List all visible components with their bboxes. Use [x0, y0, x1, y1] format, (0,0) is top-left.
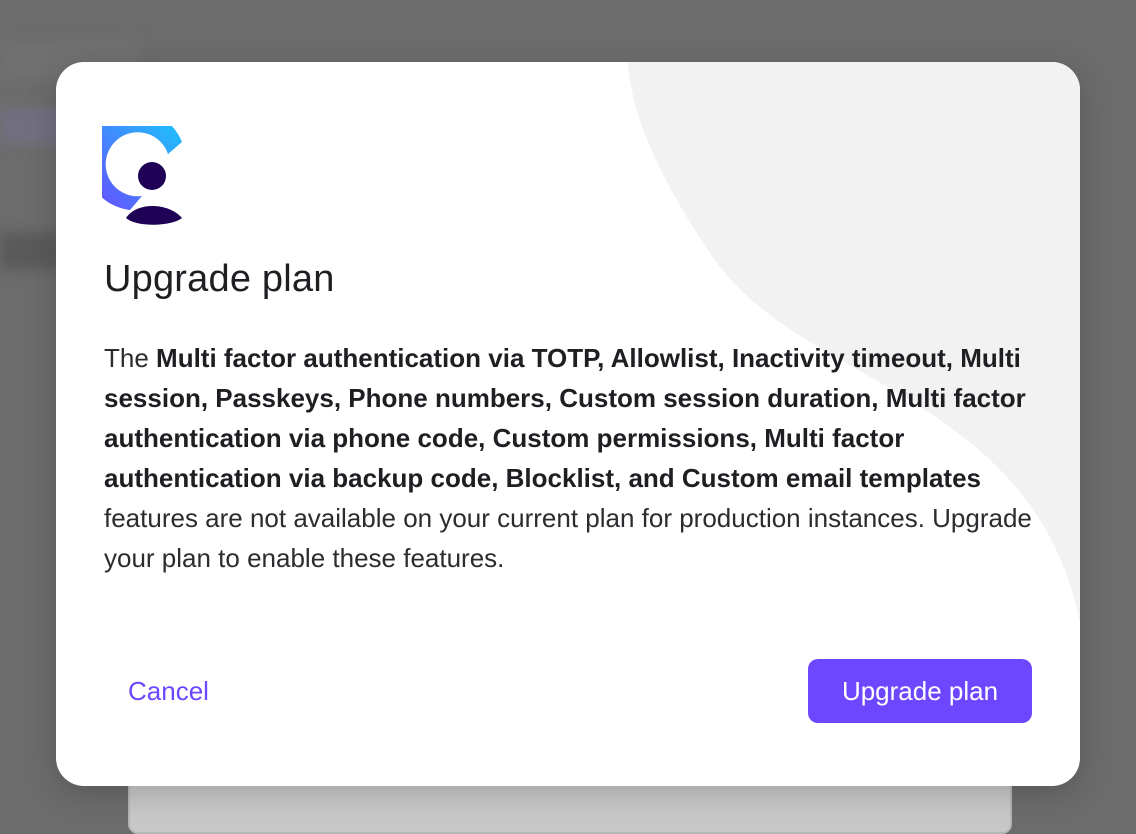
clerk-logo-icon [102, 126, 182, 225]
message-prefix: The [104, 343, 157, 373]
upgrade-plan-button[interactable]: Upgrade plan [808, 659, 1032, 723]
background-blur-strip [0, 232, 60, 270]
feature-list: Multi factor authentication via TOTP, Al… [104, 343, 1026, 493]
upgrade-plan-dialog: Upgrade plan The Multi factor authentica… [56, 62, 1080, 786]
dialog-message: The Multi factor authentication via TOTP… [104, 338, 1044, 578]
dialog-title: Upgrade plan [104, 258, 335, 300]
message-suffix: features are not available on your curre… [104, 503, 1032, 573]
cancel-button[interactable]: Cancel [112, 660, 225, 722]
